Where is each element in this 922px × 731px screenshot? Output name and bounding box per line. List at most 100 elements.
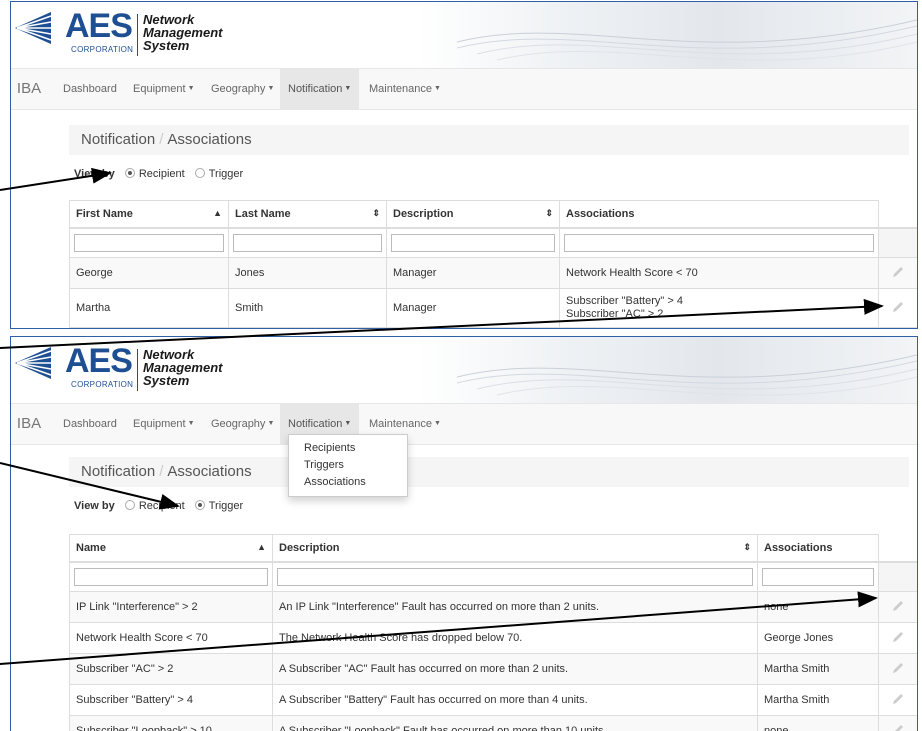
table-header-row: Name ▲ Description ⇕ Associations [69, 534, 917, 563]
filter-cell-empty [878, 561, 917, 592]
column-label: Description [279, 542, 340, 554]
cell-associations: none [757, 715, 879, 731]
column-label: Description [393, 208, 454, 220]
association-line: Network Health Score < 70 [566, 267, 698, 279]
column-header-associations[interactable]: Associations [757, 534, 879, 563]
pencil-icon[interactable] [891, 599, 905, 613]
filter-description-input[interactable] [391, 234, 555, 252]
column-header-description[interactable]: Description ⇕ [386, 200, 560, 229]
radio-recipient-label[interactable]: Recipient [139, 168, 185, 180]
menu-item-triggers[interactable]: Triggers [289, 457, 407, 474]
nav-brand[interactable]: IBA [11, 69, 47, 109]
caret-down-icon: ▼ [344, 85, 352, 93]
filter-cell [757, 561, 879, 592]
column-header-associations[interactable]: Associations [559, 200, 879, 229]
radio-recipient[interactable] [124, 168, 135, 179]
breadcrumb-page: Associations [167, 463, 252, 480]
nav-item-dashboard[interactable]: Dashboard [55, 69, 125, 109]
breadcrumb: Notification / Associations [69, 457, 909, 487]
navbar: IBA Dashboard Equipment ▼ Geography ▼ Noti… [11, 403, 917, 445]
nav-item-equipment[interactable]: Equipment ▼ [125, 69, 203, 109]
column-header-last-name[interactable]: Last Name ⇕ [228, 200, 387, 229]
nav-item-equipment[interactable]: Equipment ▼ [125, 404, 203, 444]
edit-cell [878, 653, 917, 685]
caret-down-icon: ▼ [344, 420, 352, 428]
column-label: Associations [764, 542, 833, 554]
table-row[interactable]: Subscriber "Battery" > 4 A Subscriber "B… [69, 684, 917, 716]
sort-icon: ⇕ [743, 542, 751, 552]
column-label: First Name [76, 208, 133, 220]
cell-associations: Martha Smith [757, 653, 879, 685]
logo-corporation-text: CORPORATION [71, 380, 134, 389]
cell-last-name: Smith [228, 288, 387, 328]
caret-down-icon: ▼ [267, 85, 275, 93]
screenshot-recipient-view: AES CORPORATION Network Management Syste… [10, 1, 918, 329]
pencil-icon[interactable] [891, 661, 905, 675]
filter-name-input[interactable] [74, 568, 268, 586]
radio-trigger[interactable] [194, 168, 205, 179]
menu-item-associations[interactable]: Associations [289, 474, 407, 491]
pencil-icon[interactable] [891, 692, 905, 706]
column-header-first-name[interactable]: First Name ▲ [69, 200, 229, 229]
cell-associations: George Jones [757, 622, 879, 654]
pencil-icon[interactable] [891, 630, 905, 644]
column-header-name[interactable]: Name ▲ [69, 534, 273, 563]
radio-trigger-label[interactable]: Trigger [209, 168, 243, 180]
cell-description: A Subscriber "Loopback" Fault has occurr… [272, 715, 758, 731]
column-header-description[interactable]: Description ⇕ [272, 534, 758, 563]
navbar: IBA Dashboard Equipment ▼ Geography ▼ Noti… [11, 68, 917, 110]
filter-first-name-input[interactable] [74, 234, 224, 252]
table-row[interactable]: Subscriber "Loopback" > 10 A Subscriber … [69, 715, 917, 731]
caret-down-icon: ▼ [187, 420, 195, 428]
column-label: Associations [566, 208, 635, 220]
filter-associations-input[interactable] [564, 234, 874, 252]
nav-item-maintenance[interactable]: Maintenance ▼ [361, 69, 449, 109]
filter-last-name-input[interactable] [233, 234, 382, 252]
filter-cell [386, 227, 560, 258]
table-row[interactable]: Martha Smith Manager Subscriber "Battery… [69, 288, 917, 328]
cell-associations: Martha Smith [757, 684, 879, 716]
header-banner: AES CORPORATION Network Management Syste… [11, 2, 917, 68]
pencil-icon[interactable] [891, 265, 905, 279]
pencil-icon[interactable] [891, 723, 905, 731]
view-by-label: View by [74, 500, 115, 512]
nav-label: Notification [288, 418, 343, 430]
sort-icon: ⇕ [372, 208, 380, 218]
nav-item-geography[interactable]: Geography ▼ [203, 404, 282, 444]
radio-trigger[interactable] [194, 500, 205, 511]
breadcrumb: Notification / Associations [69, 125, 909, 155]
edit-cell [878, 715, 917, 731]
nav-item-dashboard[interactable]: Dashboard [55, 404, 125, 444]
edit-cell [878, 622, 917, 654]
radio-recipient[interactable] [124, 500, 135, 511]
header-banner: AES CORPORATION Network Management Syste… [11, 337, 917, 403]
view-by-label: View by [74, 168, 115, 180]
table-row[interactable]: George Jones Manager Network Health Scor… [69, 257, 917, 289]
nav-brand[interactable]: IBA [11, 404, 47, 444]
breadcrumb-section[interactable]: Notification [81, 131, 155, 148]
view-by-selector: View by Recipient Trigger [74, 500, 243, 512]
caret-down-icon: ▼ [187, 85, 195, 93]
radio-trigger-label[interactable]: Trigger [209, 500, 243, 512]
table-row[interactable]: IP Link "Interference" > 2 An IP Link "I… [69, 591, 917, 623]
filter-cell [228, 227, 387, 258]
filter-cell [559, 227, 879, 258]
pencil-icon[interactable] [891, 300, 905, 314]
logo-line-3: System [143, 38, 190, 53]
filter-description-input[interactable] [277, 568, 753, 586]
nav-item-notification[interactable]: Notification ▼ [280, 69, 360, 109]
cell-associations: Subscriber "Battery" > 4 Subscriber "AC" … [559, 288, 879, 328]
logo-aes-text: AES [65, 342, 133, 380]
filter-cell [272, 561, 758, 592]
table-row[interactable]: Subscriber "AC" > 2 A Subscriber "AC" Fa… [69, 653, 917, 685]
breadcrumb-section[interactable]: Notification [81, 463, 155, 480]
table-row[interactable]: Network Health Score < 70 The Network He… [69, 622, 917, 654]
nav-label: Dashboard [63, 418, 117, 430]
radio-recipient-label[interactable]: Recipient [139, 500, 185, 512]
filter-associations-input[interactable] [762, 568, 874, 586]
edit-cell [878, 684, 917, 716]
menu-item-recipients[interactable]: Recipients [289, 440, 407, 457]
view-by-selector: View by Recipient Trigger [74, 168, 243, 180]
nav-item-geography[interactable]: Geography ▼ [203, 69, 282, 109]
cell-description: Manager [386, 288, 560, 328]
